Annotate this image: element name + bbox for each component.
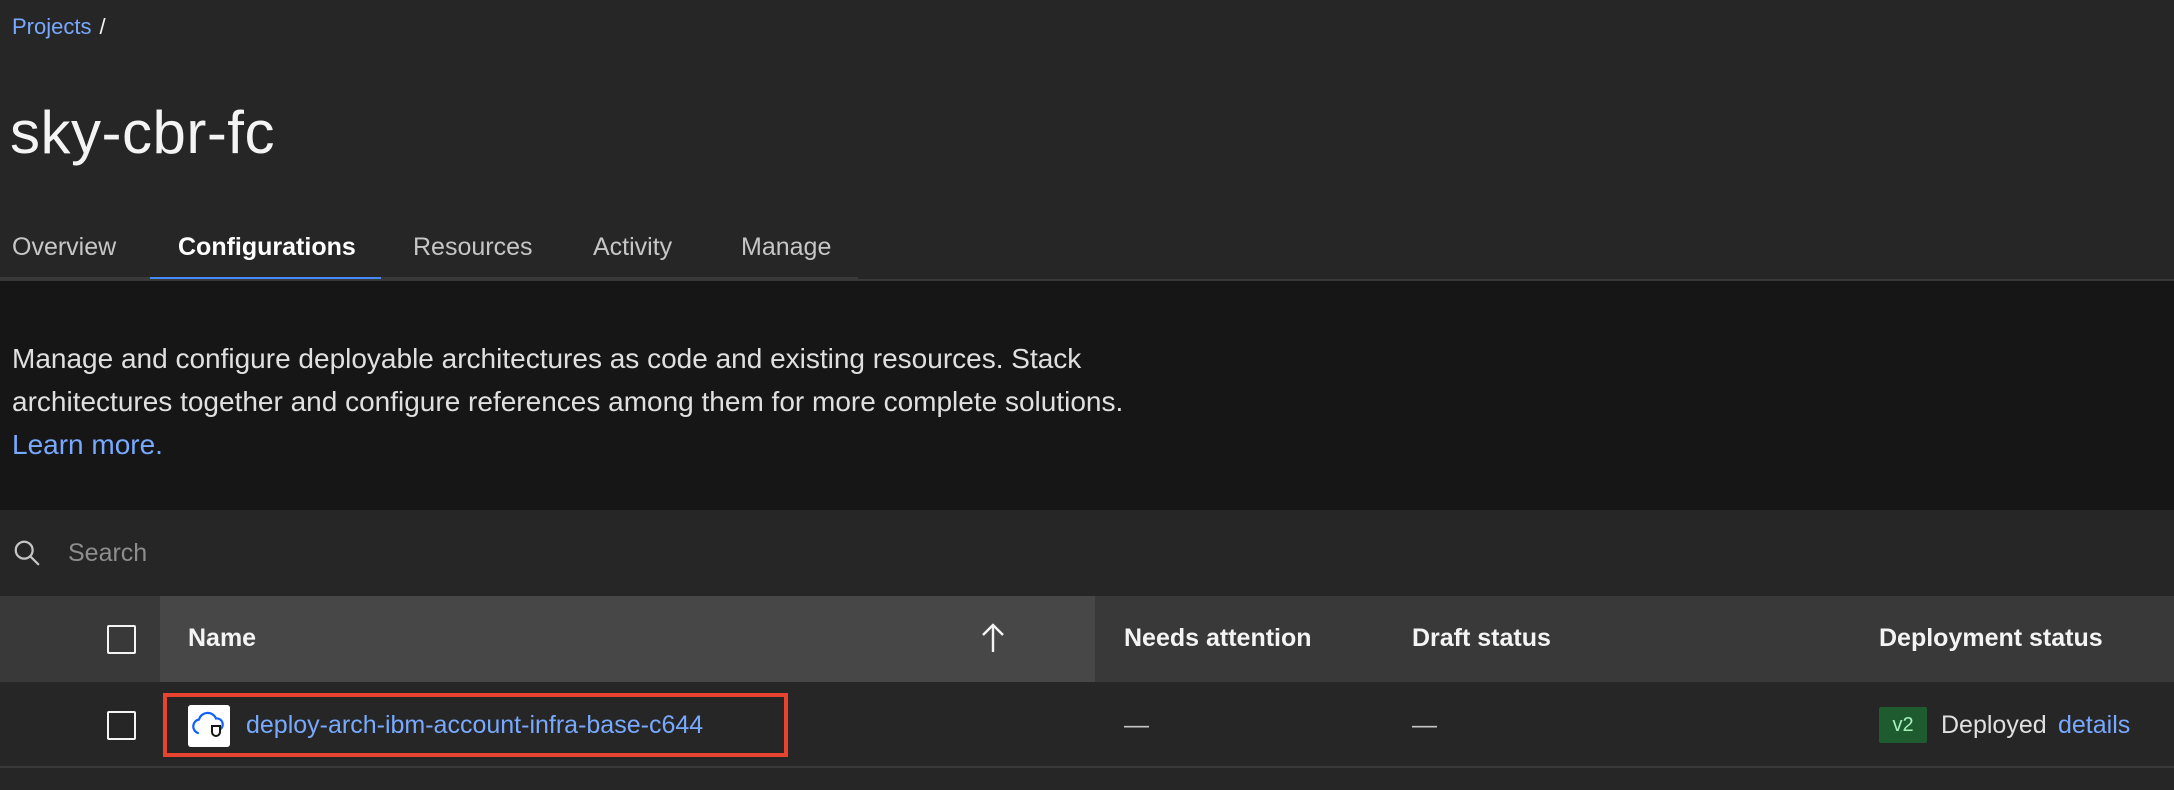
row-checkbox[interactable] [107, 711, 136, 740]
description-text: Manage and configure deployable architec… [12, 343, 1124, 417]
cloud-shield-icon [188, 705, 230, 747]
tab-resources[interactable]: Resources [381, 218, 543, 280]
tab-manage-label: Manage [741, 233, 832, 261]
tab-configurations-label: Configurations [178, 233, 356, 261]
table-row: deploy-arch-ibm-account-infra-base-c644 … [0, 682, 2174, 768]
select-all-checkbox[interactable] [107, 625, 136, 654]
tab-list: Overview Configurations Resources Activi… [0, 218, 858, 280]
table-header: Name Needs attention Draft status Deploy… [0, 596, 2174, 682]
description-text-block: Manage and configure deployable architec… [12, 337, 1232, 466]
breadcrumb-projects-link[interactable]: Projects [12, 14, 91, 40]
breadcrumb: Projects / [12, 14, 106, 40]
learn-more-link[interactable]: Learn more. [12, 423, 1232, 466]
column-header-name-label: Name [188, 624, 257, 652]
tab-overview-label: Overview [12, 233, 117, 261]
search-input[interactable] [56, 528, 1456, 578]
version-tag: v2 [1879, 707, 1927, 743]
description-panel: Manage and configure deployable architec… [0, 281, 2174, 510]
deployment-status-value: Deployed [1941, 711, 2047, 739]
tab-activity[interactable]: Activity [543, 218, 709, 280]
column-header-deployment-status[interactable]: Deployment status [1879, 624, 2103, 653]
details-link[interactable]: details [2058, 711, 2130, 740]
column-header-draft-status[interactable]: Draft status [1412, 624, 1551, 653]
configuration-name-link[interactable]: deploy-arch-ibm-account-infra-base-c644 [246, 711, 703, 740]
search-icon [14, 540, 40, 566]
tab-manage[interactable]: Manage [709, 218, 858, 280]
arrow-up-icon[interactable] [978, 620, 1008, 656]
column-header-needs-attention[interactable]: Needs attention [1124, 624, 1312, 653]
tab-resources-label: Resources [413, 233, 533, 261]
breadcrumb-separator: / [99, 14, 106, 39]
page-title: sky-cbr-fc [10, 99, 275, 166]
tab-configurations[interactable]: Configurations [150, 218, 381, 280]
header-checkbox-cell [0, 596, 160, 682]
draft-status-value: — [1412, 711, 1437, 739]
tab-overview[interactable]: Overview [0, 218, 150, 280]
column-header-name[interactable]: Name [160, 596, 1095, 682]
tab-activity-label: Activity [593, 233, 673, 261]
needs-attention-value: — [1124, 711, 1149, 739]
search-bar [0, 510, 2174, 596]
